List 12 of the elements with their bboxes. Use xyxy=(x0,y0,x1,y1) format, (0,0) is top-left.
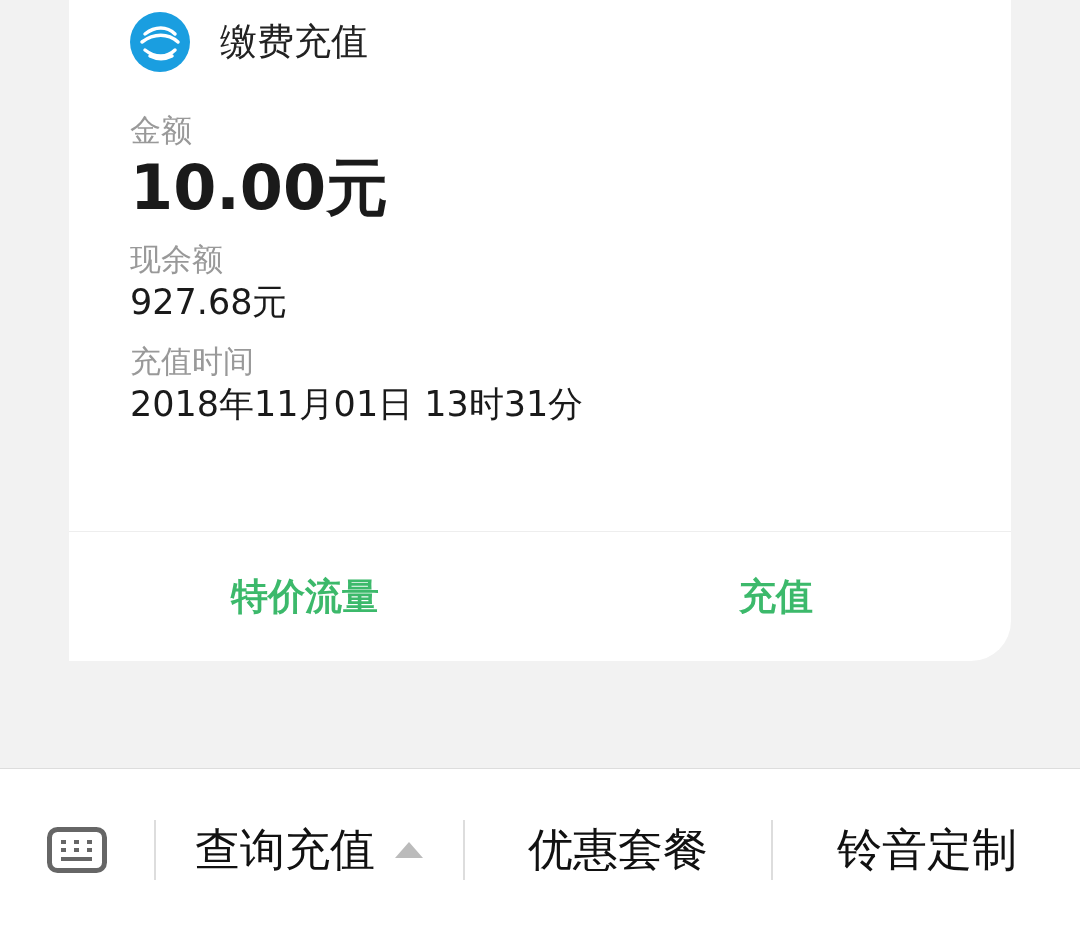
menu-item[interactable]: 优惠套餐 xyxy=(464,815,772,885)
card-title: 缴费充值 xyxy=(220,19,368,66)
amount-value: 10.00元 xyxy=(130,150,390,227)
field-value: 2018年11月01日 13时31分 xyxy=(130,383,585,427)
field-label: 现余额 xyxy=(130,240,224,278)
keyboard-icon[interactable] xyxy=(47,827,107,873)
menu-item[interactable]: 铃音定制 xyxy=(773,815,1080,885)
menu-item[interactable]: 查询充值 xyxy=(156,815,463,885)
field-value: 927.68元 xyxy=(130,280,289,324)
field-label: 充值时间 xyxy=(130,342,255,381)
field-label: 金额 xyxy=(130,112,193,150)
logo-icon xyxy=(130,12,190,72)
